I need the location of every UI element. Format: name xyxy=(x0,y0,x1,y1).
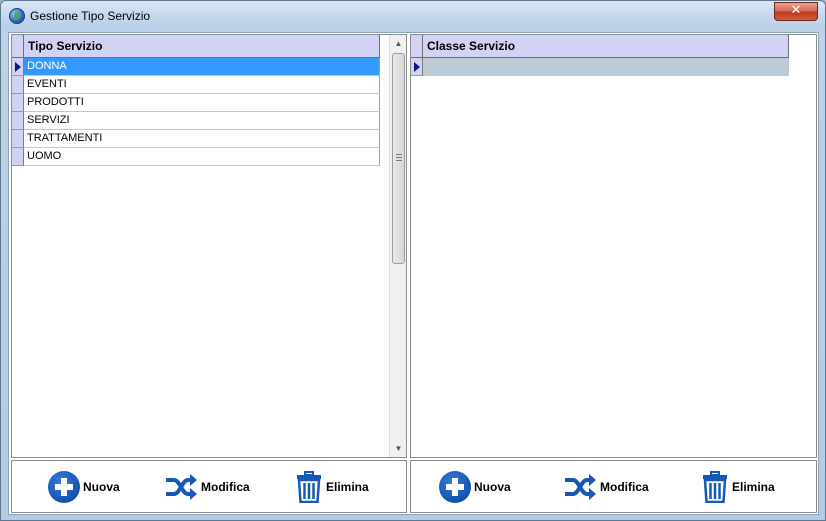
grid-corner-cell xyxy=(411,35,423,58)
new-label: Nuova xyxy=(83,480,120,494)
new-label: Nuova xyxy=(474,480,511,494)
row-header[interactable] xyxy=(12,76,24,94)
main-window: Gestione Tipo Servizio ✕ Tipo Servizio D… xyxy=(0,0,826,521)
left-delete-button[interactable]: Elimina xyxy=(295,470,369,504)
title-bar[interactable]: Gestione Tipo Servizio ✕ xyxy=(1,1,825,31)
trash-icon xyxy=(297,471,321,503)
scroll-up-icon[interactable]: ▲ xyxy=(390,35,407,52)
shuffle-icon xyxy=(166,474,197,500)
tipo-servizio-grid[interactable]: Tipo Servizio DONNA EVENTI PRODOTTI SERVIZI… xyxy=(11,34,407,458)
new-row[interactable] xyxy=(423,58,789,76)
close-button[interactable]: ✕ xyxy=(774,2,818,21)
current-row-icon xyxy=(414,62,420,72)
current-row-icon xyxy=(15,62,21,72)
right-new-button[interactable]: Nuova xyxy=(439,470,511,504)
column-header-tipo-servizio[interactable]: Tipo Servizio xyxy=(24,35,380,58)
table-row[interactable]: TRATTAMENTI xyxy=(24,130,380,148)
right-toolbar: Nuova Modifica Elimina xyxy=(410,460,817,513)
edit-label: Modifica xyxy=(201,480,250,494)
trash-icon xyxy=(703,471,727,503)
table-row[interactable]: PRODOTTI xyxy=(24,94,380,112)
table-row[interactable]: DONNA xyxy=(24,58,380,76)
grid-corner-cell xyxy=(12,35,24,58)
edit-label: Modifica xyxy=(600,480,649,494)
row-header[interactable] xyxy=(12,130,24,148)
left-toolbar: Nuova Modifica Elimina xyxy=(11,460,407,513)
client-area: Tipo Servizio DONNA EVENTI PRODOTTI SERVIZI… xyxy=(8,32,819,515)
plus-circle-icon xyxy=(439,471,471,503)
window-title: Gestione Tipo Servizio xyxy=(30,9,151,23)
scroll-down-icon[interactable]: ▼ xyxy=(390,440,407,457)
left-new-button[interactable]: Nuova xyxy=(48,470,120,504)
row-header[interactable] xyxy=(12,112,24,130)
left-vertical-scrollbar[interactable]: ▲ ▼ xyxy=(389,35,406,457)
grip-icon xyxy=(396,154,402,161)
row-header-new[interactable] xyxy=(411,58,423,76)
row-header[interactable] xyxy=(12,148,24,166)
table-row[interactable]: EVENTI xyxy=(24,76,380,94)
delete-label: Elimina xyxy=(326,480,369,494)
classe-servizio-grid[interactable]: Classe Servizio xyxy=(410,34,817,458)
delete-label: Elimina xyxy=(732,480,775,494)
plus-circle-icon xyxy=(48,471,80,503)
right-delete-button[interactable]: Elimina xyxy=(701,470,775,504)
globe-icon xyxy=(9,8,25,24)
table-row[interactable]: SERVIZI xyxy=(24,112,380,130)
row-header[interactable] xyxy=(12,58,24,76)
scroll-thumb[interactable] xyxy=(392,53,405,264)
column-header-classe-servizio[interactable]: Classe Servizio xyxy=(423,35,789,58)
table-row[interactable]: UOMO xyxy=(24,148,380,166)
row-header[interactable] xyxy=(12,94,24,112)
left-edit-button[interactable]: Modifica xyxy=(164,470,250,504)
shuffle-icon xyxy=(565,474,596,500)
right-edit-button[interactable]: Modifica xyxy=(563,470,649,504)
